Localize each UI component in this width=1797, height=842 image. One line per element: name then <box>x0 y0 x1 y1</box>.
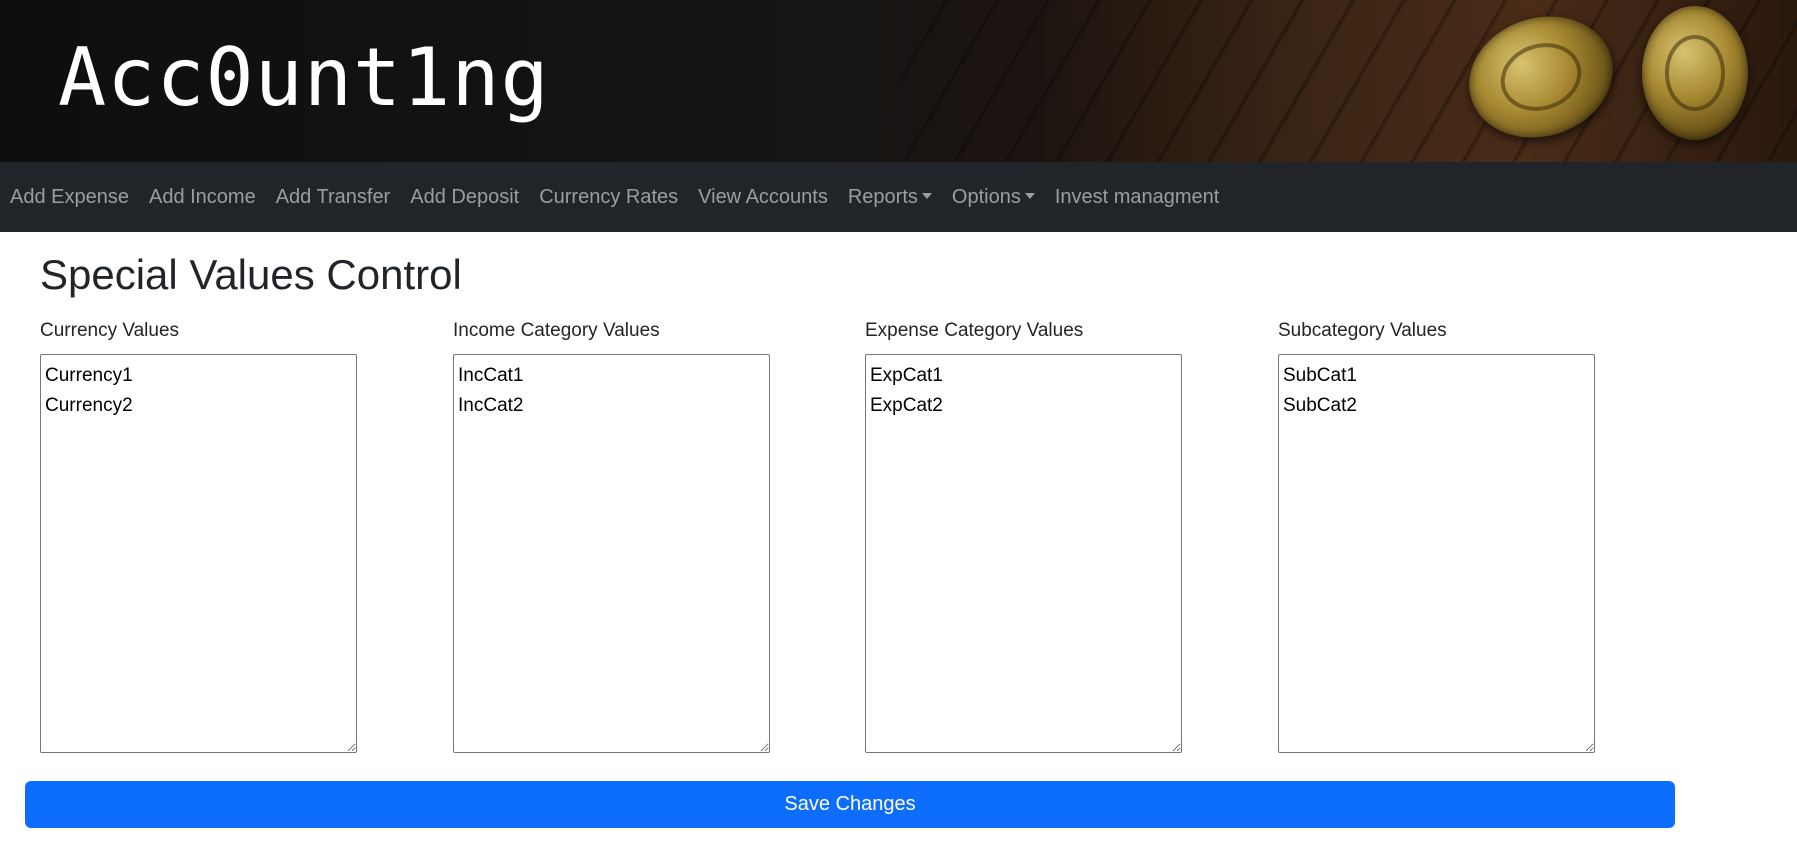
subcategory-values-textarea[interactable] <box>1278 354 1595 753</box>
nav-add-deposit[interactable]: Add Deposit <box>400 162 529 232</box>
nav-add-expense[interactable]: Add Expense <box>0 162 139 232</box>
nav-reports-dropdown[interactable]: Reports <box>838 162 942 232</box>
expense-category-values-group: Expense Category Values <box>865 318 1182 758</box>
nav-reports-label: Reports <box>847 186 918 208</box>
nav-add-income[interactable]: Add Income <box>139 162 266 232</box>
income-category-values-label: Income Category Values <box>453 320 660 341</box>
caret-down-icon <box>1024 192 1035 199</box>
currency-values-label: Currency Values <box>40 320 180 341</box>
nav-view-accounts[interactable]: View Accounts <box>688 162 838 232</box>
currency-values-group: Currency Values <box>40 318 357 758</box>
subcategory-values-label: Subcategory Values <box>1278 320 1447 341</box>
caret-down-icon <box>921 192 932 199</box>
nav-invest-managment[interactable]: Invest managment <box>1045 162 1230 232</box>
page-title: Special Values Control <box>40 251 462 298</box>
header-banner: Acc0unt1ng <box>0 0 1797 162</box>
subcategory-values-group: Subcategory Values <box>1278 318 1595 758</box>
income-category-values-textarea[interactable] <box>453 354 770 753</box>
nav-options-dropdown[interactable]: Options <box>942 162 1045 232</box>
save-changes-button[interactable]: Save Changes <box>25 781 1675 828</box>
nav-options-label: Options <box>951 186 1021 208</box>
expense-category-values-textarea[interactable] <box>865 354 1182 753</box>
brand-logo-text: Acc0unt1ng <box>58 31 550 124</box>
nav-currency-rates[interactable]: Currency Rates <box>529 162 688 232</box>
currency-values-textarea[interactable] <box>40 354 357 753</box>
coin-image <box>1453 0 1629 156</box>
main-navbar: Add Expense Add Income Add Transfer Add … <box>0 162 1797 232</box>
coin-image <box>1642 6 1748 140</box>
nav-add-transfer[interactable]: Add Transfer <box>266 162 401 232</box>
expense-category-values-label: Expense Category Values <box>865 320 1084 341</box>
income-category-values-group: Income Category Values <box>453 318 770 758</box>
